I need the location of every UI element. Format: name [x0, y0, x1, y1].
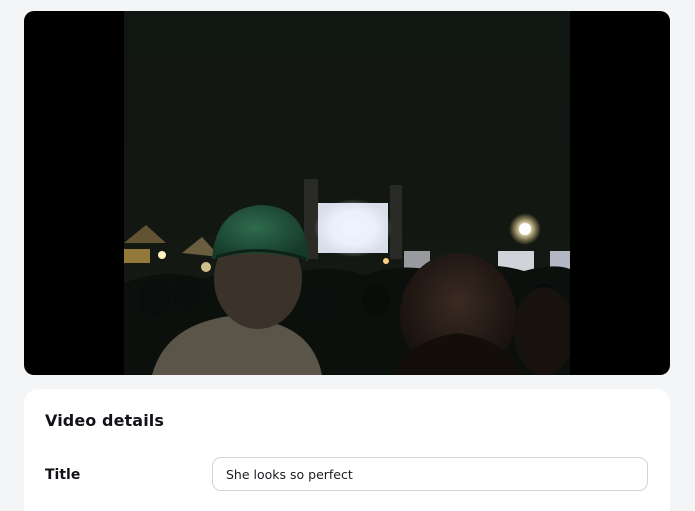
title-label: Title [45, 467, 81, 483]
video-frame[interactable] [124, 11, 570, 375]
video-edit-page: Video details Title [0, 0, 695, 511]
video-details-heading: Video details [45, 411, 164, 430]
video-details-card: Video details Title [24, 389, 670, 511]
video-player[interactable] [24, 11, 670, 375]
title-input[interactable] [212, 457, 648, 491]
video-thumbnail-image [124, 11, 570, 375]
